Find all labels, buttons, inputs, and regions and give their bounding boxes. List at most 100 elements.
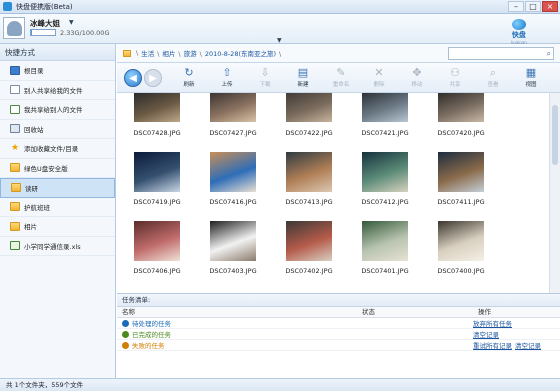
- upload-button[interactable]: ⇧ 上传: [211, 66, 243, 88]
- delete-icon: ✕: [374, 66, 384, 79]
- title-bar: 快盘便携版(Beta) – □ ×: [0, 0, 560, 14]
- close-button[interactable]: ×: [542, 1, 558, 12]
- sidebar-item[interactable]: 护航班班: [0, 198, 115, 217]
- task-row[interactable]: 待处理的任务 放弃所有任务: [117, 318, 560, 329]
- rename-button[interactable]: ✎ 重命名: [325, 66, 357, 88]
- sidebar-item[interactable]: 回收站: [0, 120, 115, 139]
- maximize-button[interactable]: □: [525, 1, 541, 12]
- task-action-link[interactable]: 清空记录: [515, 342, 541, 350]
- task-col-name[interactable]: 名称: [117, 307, 357, 317]
- sidebar-item[interactable]: 小学同学通信录.xls: [0, 237, 115, 256]
- search-icon[interactable]: ⌕: [547, 49, 551, 59]
- sidebar-item[interactable]: 相片: [0, 217, 115, 237]
- upload-icon: ⇧: [222, 66, 232, 79]
- sidebar-item[interactable]: 绿色U盘安全版: [0, 159, 115, 178]
- file-item[interactable]: DSC07419.JPG: [121, 152, 197, 219]
- search-input[interactable]: [449, 48, 539, 59]
- file-item[interactable]: DSC07400.JPG: [425, 221, 501, 288]
- task-row[interactable]: 已完成的任务 清空记录: [117, 329, 560, 340]
- file-item[interactable]: DSC07416.JPG: [197, 152, 273, 219]
- file-item[interactable]: DSC07401.JPG: [349, 221, 425, 288]
- delete-button[interactable]: ✕ 删除: [363, 66, 395, 88]
- sidebar-item[interactable]: 根目录: [0, 61, 115, 81]
- download-label: 下载: [259, 82, 271, 88]
- share-button[interactable]: ⚇ 共享: [439, 66, 471, 88]
- sidebar-item[interactable]: 读研: [0, 178, 115, 198]
- sidebar-item-label: 我共享给别人的文件: [24, 106, 83, 115]
- task-row[interactable]: 失败的任务 重试所有记录 清空记录: [117, 340, 560, 351]
- file-name: DSC07416.JPG: [209, 198, 257, 206]
- file-item[interactable]: DSC07406.JPG: [121, 221, 197, 288]
- file-item[interactable]: DSC07412.JPG: [349, 152, 425, 219]
- refresh-icon: ↻: [184, 66, 194, 79]
- file-name: DSC07421.JPG: [361, 129, 409, 137]
- breadcrumb-item[interactable]: 2010-8-28(东南亚之旅): [205, 50, 276, 58]
- photo-thumbnail[interactable]: [286, 221, 332, 261]
- collapse-arrow-icon[interactable]: ▼: [277, 37, 282, 44]
- view-details-button[interactable]: ⌕ 查看: [477, 66, 509, 88]
- file-item[interactable]: DSC07420.JPG: [425, 93, 501, 150]
- breadcrumb-item[interactable]: 旅游: [184, 50, 197, 58]
- photo-thumbnail[interactable]: [362, 221, 408, 261]
- breadcrumb-item[interactable]: 生活: [141, 50, 154, 58]
- file-item[interactable]: DSC07413.JPG: [273, 152, 349, 219]
- sidebar-item[interactable]: 我共享给别人的文件: [0, 100, 115, 120]
- sidebar-item[interactable]: 别人共享给我的文件: [0, 81, 115, 100]
- photo-thumbnail[interactable]: [134, 93, 180, 122]
- forward-button[interactable]: ▶: [144, 69, 162, 87]
- upload-label: 上传: [221, 82, 233, 88]
- quota-text: 2.33G/100.00G: [60, 29, 110, 37]
- photo-thumbnail[interactable]: [134, 152, 180, 192]
- photo-thumbnail[interactable]: [210, 152, 256, 192]
- app-icon: [3, 2, 12, 11]
- photo-thumbnail[interactable]: [134, 221, 180, 261]
- scrollbar-thumb[interactable]: [552, 105, 558, 165]
- file-item[interactable]: DSC07403.JPG: [197, 221, 273, 288]
- file-name: DSC07413.JPG: [285, 198, 333, 206]
- breadcrumb-separator: \: [279, 50, 282, 58]
- task-col-status[interactable]: 状态: [357, 307, 473, 317]
- vertical-scrollbar[interactable]: [549, 93, 560, 293]
- sidebar-item-label: 别人共享给我的文件: [24, 86, 83, 95]
- photo-thumbnail[interactable]: [210, 93, 256, 122]
- view-mode-button[interactable]: ▦ 视图: [515, 66, 547, 88]
- new-folder-icon: ▤: [297, 66, 309, 79]
- download-button[interactable]: ⇩ 下载: [249, 66, 281, 88]
- photo-thumbnail[interactable]: [286, 152, 332, 192]
- move-button[interactable]: ✥ 移动: [401, 66, 433, 88]
- sidebar-item[interactable]: ★ 添加收藏文件/目录: [0, 139, 115, 159]
- trash-icon: [10, 124, 20, 134]
- photo-thumbnail[interactable]: [438, 93, 484, 122]
- window-controls: – □ ×: [508, 1, 558, 12]
- path-folder-icon[interactable]: [123, 49, 131, 57]
- breadcrumb-item[interactable]: 相片: [162, 50, 175, 58]
- new-folder-button[interactable]: ▤ 新建: [287, 66, 319, 88]
- file-item[interactable]: DSC07422.JPG: [273, 93, 349, 150]
- photo-thumbnail[interactable]: [210, 221, 256, 261]
- file-item[interactable]: DSC07428.JPG: [121, 93, 197, 150]
- refresh-button[interactable]: ↻ 刷新: [173, 66, 205, 88]
- back-button[interactable]: ◀: [124, 69, 142, 87]
- file-item[interactable]: DSC07411.JPG: [425, 152, 501, 219]
- file-item[interactable]: DSC07427.JPG: [197, 93, 273, 150]
- refresh-label: 刷新: [183, 82, 195, 88]
- path-bar: \ 生活 \ 相片 \ 旅游 \ 2010-8-28(东南亚之旅) \ ⌕: [117, 44, 560, 63]
- username[interactable]: 冰峰大姐: [30, 18, 60, 29]
- task-col-actions[interactable]: 操作: [473, 307, 491, 317]
- task-action-link[interactable]: 重试所有记录: [473, 342, 512, 350]
- task-action-link[interactable]: 清空记录: [473, 331, 499, 339]
- file-item[interactable]: DSC07402.JPG: [273, 221, 349, 288]
- avatar[interactable]: [3, 17, 25, 39]
- photo-thumbnail[interactable]: [362, 152, 408, 192]
- photo-thumbnail[interactable]: [438, 152, 484, 192]
- minimize-button[interactable]: –: [508, 1, 524, 12]
- task-action-link[interactable]: 放弃所有任务: [473, 320, 512, 328]
- chevron-down-icon[interactable]: ▼: [69, 19, 74, 26]
- sidebar-item-label: 回收站: [24, 125, 44, 134]
- photo-thumbnail[interactable]: [362, 93, 408, 122]
- file-item[interactable]: DSC07421.JPG: [349, 93, 425, 150]
- file-name: DSC07402.JPG: [285, 267, 333, 275]
- photo-thumbnail[interactable]: [438, 221, 484, 261]
- folder-icon: [10, 221, 20, 231]
- photo-thumbnail[interactable]: [286, 93, 332, 122]
